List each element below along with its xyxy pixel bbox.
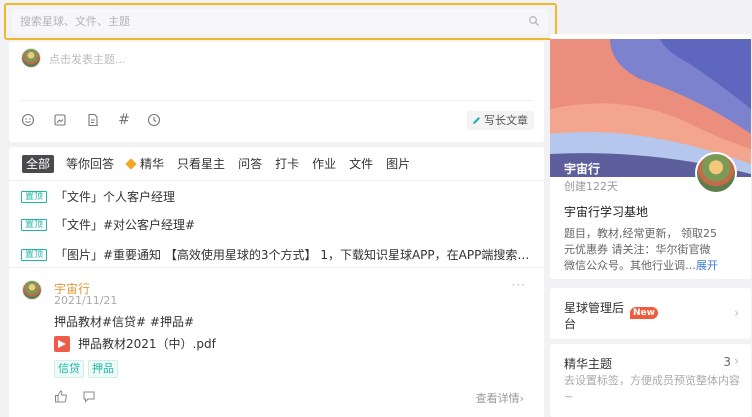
tag[interactable]: 信贷 [54, 360, 84, 378]
post-tags: 信贷 押品 [54, 360, 118, 378]
pinned-topic[interactable]: 置顶 「文件」#对公客户经理# [21, 216, 195, 233]
emoji-icon[interactable] [21, 113, 35, 127]
tag[interactable]: 押品 [88, 360, 118, 378]
pinned-badge: 置顶 [21, 218, 47, 231]
pinned-text: 「文件」#对公客户经理# [55, 218, 196, 232]
chevron-right-icon: › [734, 354, 739, 368]
pen-icon [473, 117, 480, 124]
more-options-icon[interactable]: ··· [512, 278, 526, 292]
tab-essence[interactable]: 精华 [121, 155, 170, 173]
tab-label: 全部 [26, 157, 51, 171]
description-line: 微信公众号。其他行业调…展开 [564, 258, 744, 274]
file-icon[interactable] [86, 113, 100, 127]
write-long-label: 写长文章 [484, 114, 528, 127]
tab-qa[interactable]: 问答 [232, 155, 268, 173]
tab-label: 图片 [386, 157, 411, 171]
tab-label: 精华 [140, 157, 165, 171]
divider [9, 180, 544, 181]
pinned-badge: 置顶 [21, 248, 47, 261]
filter-tabs: 全部 等你回答 精华 只看星主 问答 打卡 作业 文件 图片 [22, 155, 417, 173]
like-icon[interactable] [54, 390, 68, 403]
chevron-right-icon: › [734, 306, 739, 320]
group-name: 宇宙行 [564, 162, 601, 176]
essence-description: 去设置标签，方便成员预览整体内容~ [564, 374, 740, 403]
essence-topics-card[interactable]: 精华主题 3 › 去设置标签，方便成员预览整体内容~ [550, 344, 751, 417]
user-avatar [21, 48, 41, 68]
topic-composer: 点击发表主题... # 写长文章 [9, 42, 544, 142]
tab-images[interactable]: 图片 [380, 155, 416, 173]
tab-label: 问答 [238, 157, 263, 171]
search-input[interactable] [12, 9, 502, 34]
clock-icon[interactable] [147, 113, 161, 127]
description-text: 微信公众号。其他行业调… [564, 259, 696, 272]
group-management-link[interactable]: 星球管理后台 New › [550, 288, 751, 339]
write-long-article-button[interactable]: 写长文章 [467, 111, 534, 130]
composer-placeholder[interactable]: 点击发表主题... [49, 51, 126, 67]
tab-checkin[interactable]: 打卡 [269, 155, 305, 173]
tab-label: 等你回答 [66, 157, 115, 171]
file-name: 押品教材2021（中）.pdf [78, 337, 216, 351]
attached-file[interactable]: 押品教材2021（中）.pdf [54, 335, 216, 352]
tab-homework[interactable]: 作业 [306, 155, 342, 173]
pinned-text: 「文件」个人客户经理 [55, 190, 176, 204]
tab-label: 只看星主 [177, 157, 226, 171]
group-title: 宇宙行学习基地 [564, 205, 649, 219]
tab-all[interactable]: 全部 [22, 155, 55, 173]
post-date: 2021/11/21 [54, 294, 118, 307]
search-icon[interactable] [528, 15, 540, 27]
tab-label: 作业 [312, 157, 337, 171]
tab-label: 打卡 [275, 157, 300, 171]
group-description: 题目，教材,经常更新， 领取25 元优惠券 请关注：华尔街官微 微信公众号。其他… [564, 226, 744, 274]
feed-card: 全部 等你回答 精华 只看星主 问答 打卡 作业 文件 图片 置顶 「文件」个人… [9, 147, 544, 417]
author-avatar[interactable] [22, 280, 42, 300]
new-badge: New [630, 307, 658, 319]
gem-icon [125, 158, 137, 170]
essence-count: 3 [723, 355, 731, 369]
pinned-topic[interactable]: 置顶 「图片」#重要通知 【高效使用星球的3个方式】 1，下载知识星球APP，在… [21, 246, 531, 263]
search-box[interactable] [12, 9, 548, 34]
search-bar [4, 3, 557, 40]
comment-icon[interactable] [82, 390, 96, 403]
group-avatar [695, 152, 737, 194]
divider [21, 100, 532, 101]
created-days: 创建122天 [564, 180, 618, 193]
tab-owner-only[interactable]: 只看星主 [171, 155, 231, 173]
post-body: 押品教材#信贷# #押品# [54, 315, 195, 329]
view-details-link[interactable]: 查看详情› [476, 390, 524, 406]
tab-label: 文件 [349, 157, 374, 171]
expand-link[interactable]: 展开 [696, 259, 718, 272]
divider [9, 267, 544, 268]
pinned-topic[interactable]: 置顶 「文件」个人客户经理 [21, 188, 175, 205]
management-title: 星球管理后台 [564, 301, 625, 331]
image-icon[interactable] [53, 113, 67, 127]
post-actions [54, 390, 96, 403]
essence-title: 精华主题 [564, 357, 613, 371]
tab-files[interactable]: 文件 [343, 155, 379, 173]
description-line: 元优惠券 请关注：华尔街官微 [564, 243, 711, 256]
tab-awaiting-answer[interactable]: 等你回答 [60, 155, 120, 173]
hashtag-icon[interactable]: # [117, 113, 131, 127]
pdf-icon [54, 335, 70, 352]
pinned-text: 「图片」#重要通知 【高效使用星球的3个方式】 1，下载知识星球APP，在APP… [55, 248, 531, 262]
pinned-badge: 置顶 [21, 190, 47, 203]
group-info-card: 宇宙行 创建122天 宇宙行学习基地 题目，教材,经常更新， 领取25 元优惠券… [550, 34, 751, 279]
description-line: 题目，教材,经常更新， 领取25 [564, 227, 717, 240]
